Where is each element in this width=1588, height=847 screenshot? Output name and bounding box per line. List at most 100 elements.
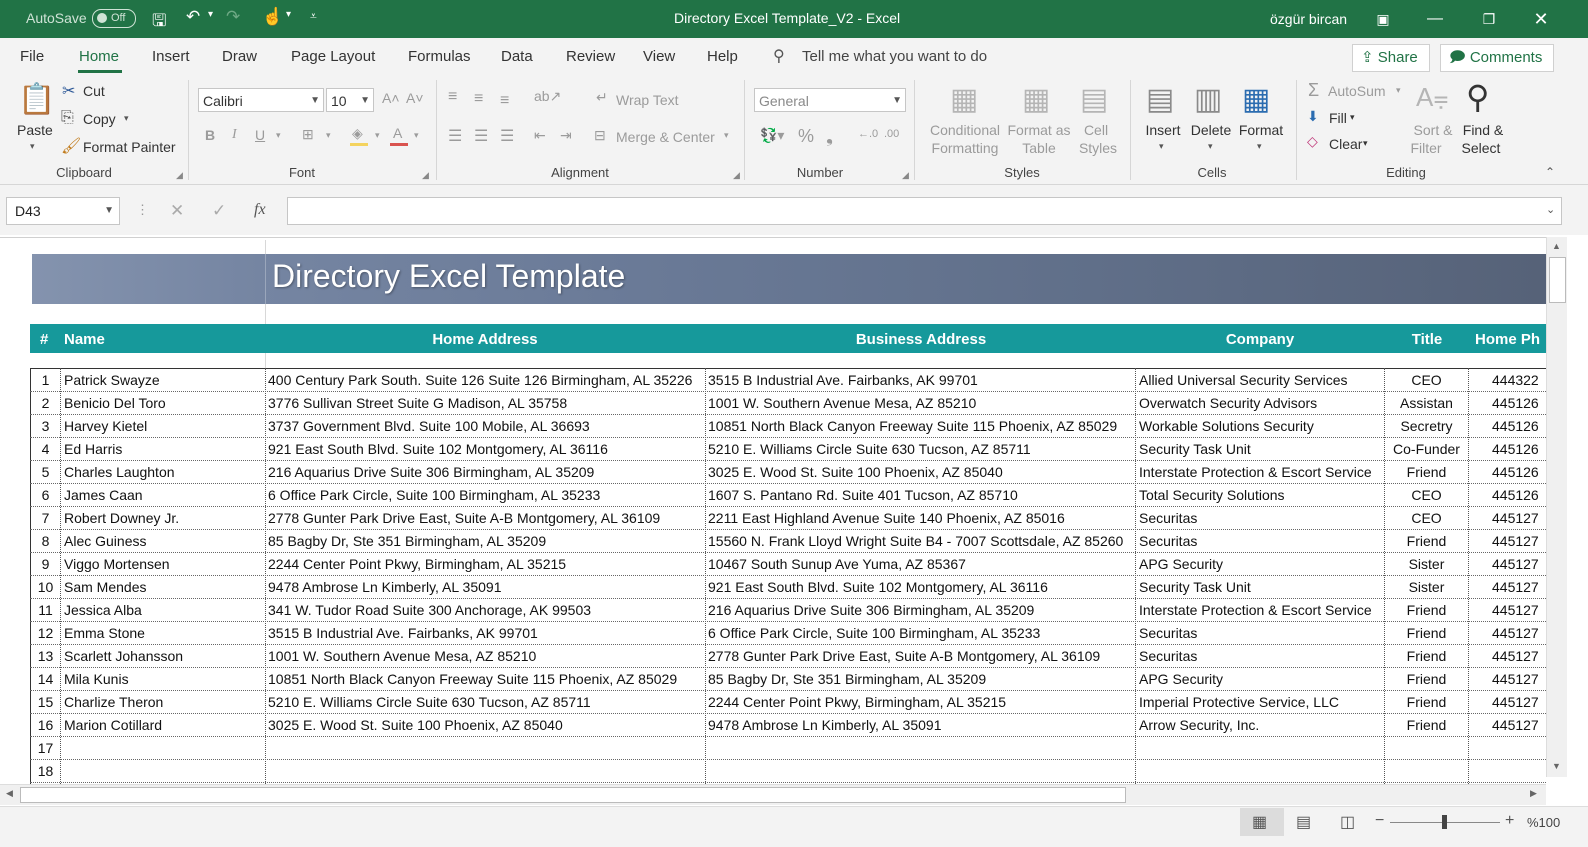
tab-help[interactable]: Help <box>707 48 738 65</box>
comments-button[interactable]: 🗩 Comments <box>1440 44 1554 72</box>
cell-home-address[interactable]: 2244 Center Point Pkwy, Birmingham, AL 3… <box>268 553 704 575</box>
zoom-out-icon[interactable]: − <box>1375 812 1384 830</box>
tell-me-input[interactable]: Tell me what you want to do <box>802 48 987 65</box>
touch-mode-icon[interactable]: ☝ <box>262 7 283 27</box>
format-cells-button[interactable]: Format <box>1236 122 1286 138</box>
cell-home-address[interactable]: 921 East South Blvd. Suite 102 Montgomer… <box>268 438 704 460</box>
cell-company[interactable] <box>1139 760 1383 782</box>
cell-name[interactable]: Marion Cotillard <box>64 714 264 736</box>
fill-button[interactable]: Fill <box>1329 110 1347 126</box>
cell-name[interactable]: Charles Laughton <box>64 461 264 483</box>
cell-home-address[interactable]: 9478 Ambrose Ln Kimberly, AL 35091 <box>268 576 704 598</box>
cell-company[interactable]: Overwatch Security Advisors <box>1139 392 1383 414</box>
format-as-table-icon[interactable]: ▦ <box>1022 82 1050 117</box>
number-format-select[interactable]: General ▼ <box>754 88 906 112</box>
fill-down-icon[interactable]: ⬇ <box>1307 108 1319 125</box>
cell-home-address[interactable]: 10851 North Black Canyon Freeway Suite 1… <box>268 668 704 690</box>
align-right-icon[interactable]: ☰ <box>500 126 514 146</box>
tab-review[interactable]: Review <box>566 48 615 65</box>
cell-company[interactable]: Workable Solutions Security <box>1139 415 1383 437</box>
cell-business-address[interactable]: 9478 Ambrose Ln Kimberly, AL 35091 <box>708 714 1134 736</box>
cell-name[interactable]: Viggo Mortensen <box>64 553 264 575</box>
wrap-text-button[interactable]: Wrap Text <box>616 92 679 108</box>
sort-filter-icon[interactable]: A⩦ <box>1416 82 1449 114</box>
cell-home-address[interactable]: 3515 B Industrial Ave. Fairbanks, AK 997… <box>268 622 704 644</box>
insert-function-icon[interactable]: fx <box>254 201 266 219</box>
scroll-left-icon[interactable]: ◀ <box>6 788 13 799</box>
cell-company[interactable]: Interstate Protection & Escort Service <box>1139 599 1383 621</box>
cell-home-phone[interactable]: 445126 <box>1492 392 1546 414</box>
cell-company[interactable]: Imperial Protective Service, LLC <box>1139 691 1383 713</box>
sort-filter-label-1[interactable]: Sort & <box>1406 122 1460 138</box>
cell-home-phone[interactable]: 445127 <box>1492 599 1546 621</box>
cell-home-phone[interactable]: 445127 <box>1492 691 1546 713</box>
paste-icon[interactable]: 📋 <box>18 82 55 117</box>
cell-business-address[interactable]: 85 Bagby Dr, Ste 351 Birmingham, AL 3520… <box>708 668 1134 690</box>
cell-row-number[interactable]: 16 <box>31 714 60 736</box>
cell-company[interactable]: Securitas <box>1139 530 1383 552</box>
find-select-label-1[interactable]: Find & <box>1456 122 1510 138</box>
cell-home-address[interactable]: 400 Century Park South. Suite 126 Suite … <box>268 369 704 391</box>
cell-name[interactable]: Sam Mendes <box>64 576 264 598</box>
cell-title[interactable]: Friend <box>1385 622 1468 644</box>
cell-row-number[interactable]: 15 <box>31 691 60 713</box>
format-dropdown-icon[interactable]: ▾ <box>1257 141 1262 152</box>
format-cells-icon[interactable]: ▦ <box>1242 82 1270 117</box>
borders-icon[interactable]: ⊞ <box>302 126 314 143</box>
cell-company[interactable]: Security Task Unit <box>1139 576 1383 598</box>
cell-business-address[interactable]: 3025 E. Wood St. Suite 100 Phoenix, AZ 8… <box>708 461 1134 483</box>
format-as-table-label-1[interactable]: Format as <box>1002 122 1076 138</box>
autosum-icon[interactable]: Σ <box>1308 80 1319 101</box>
cell-styles-icon[interactable]: ▤ <box>1080 82 1108 117</box>
cell-name[interactable]: Mila Kunis <box>64 668 264 690</box>
cell-title[interactable]: Friend <box>1385 668 1468 690</box>
cell-name[interactable]: Scarlett Johansson <box>64 645 264 667</box>
cell-company[interactable]: Allied Universal Security Services <box>1139 369 1383 391</box>
cell-title[interactable]: Sister <box>1385 553 1468 575</box>
clear-dropdown-icon[interactable]: ▾ <box>1363 138 1368 149</box>
restore-icon[interactable]: ❐ <box>1466 0 1512 38</box>
cell-home-phone[interactable]: 445127 <box>1492 668 1546 690</box>
cell-business-address[interactable]: 15560 N. Frank Lloyd Wright Suite B4 - 7… <box>708 530 1134 552</box>
cell-row-number[interactable]: 14 <box>31 668 60 690</box>
paste-button[interactable]: Paste <box>17 122 53 138</box>
align-middle-icon[interactable]: ≡ <box>474 90 483 108</box>
underline-icon[interactable]: U <box>255 127 265 143</box>
conditional-formatting-icon[interactable]: ▦ <box>950 82 978 117</box>
cancel-icon[interactable]: ✕ <box>170 201 184 221</box>
format-painter-button[interactable]: Format Painter <box>83 139 176 155</box>
undo-dropdown-icon[interactable]: ▾ <box>208 9 213 20</box>
cell-business-address[interactable] <box>708 737 1134 759</box>
autosum-dropdown-icon[interactable]: ▾ <box>1396 85 1401 96</box>
cell-row-number[interactable]: 17 <box>31 737 60 759</box>
cell-company[interactable]: Total Security Solutions <box>1139 484 1383 506</box>
scroll-down-icon[interactable]: ▼ <box>1552 761 1561 771</box>
cell-business-address[interactable]: 6 Office Park Circle, Suite 100 Birmingh… <box>708 622 1134 644</box>
cell-company[interactable]: APG Security <box>1139 668 1383 690</box>
header-num[interactable]: # <box>40 331 48 348</box>
cell-title[interactable]: Co-Funder <box>1385 438 1468 460</box>
increase-indent-icon[interactable]: ⇥ <box>560 127 572 144</box>
tab-page-layout[interactable]: Page Layout <box>291 48 375 65</box>
cell-row-number[interactable]: 8 <box>31 530 60 552</box>
cell-company[interactable]: Arrow Security, Inc. <box>1139 714 1383 736</box>
cell-home-phone[interactable]: 445126 <box>1492 484 1546 506</box>
cell-home-phone[interactable]: 444322 <box>1492 369 1546 391</box>
fill-dropdown-icon[interactable]: ▾ <box>375 130 380 141</box>
cell-home-address[interactable]: 6 Office Park Circle, Suite 100 Birmingh… <box>268 484 704 506</box>
delete-dropdown-icon[interactable]: ▾ <box>1208 141 1213 152</box>
cell-row-number[interactable]: 4 <box>31 438 60 460</box>
expand-formula-icon[interactable]: ⌄ <box>1546 203 1555 216</box>
zoom-slider-thumb[interactable] <box>1442 815 1447 829</box>
cell-title[interactable]: Friend <box>1385 691 1468 713</box>
cell-name[interactable]: Robert Downey Jr. <box>64 507 264 529</box>
decrease-decimal-icon[interactable]: .00 <box>884 128 899 140</box>
merge-center-button[interactable]: Merge & Center <box>616 129 715 145</box>
tab-view[interactable]: View <box>643 48 675 65</box>
cell-home-phone[interactable]: 445126 <box>1492 415 1546 437</box>
cell-row-number[interactable]: 9 <box>31 553 60 575</box>
cell-title[interactable]: Friend <box>1385 461 1468 483</box>
align-top-icon[interactable]: ≡ <box>448 88 457 106</box>
cell-styles-label-2[interactable]: Styles <box>1072 140 1124 156</box>
clear-button[interactable]: Clear <box>1329 136 1362 152</box>
